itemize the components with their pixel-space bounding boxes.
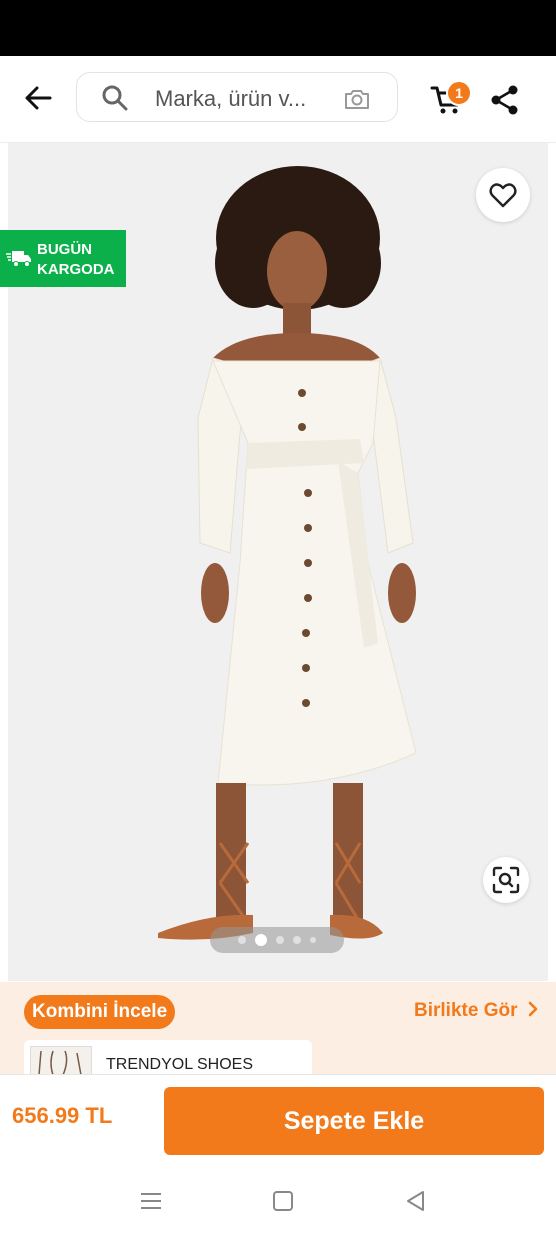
search-icon	[102, 85, 128, 111]
pager-dot[interactable]	[276, 936, 284, 944]
back-button[interactable]	[20, 80, 56, 116]
see-together-link[interactable]: Birlikte Gör	[414, 1000, 539, 1022]
add-to-cart-button[interactable]: Sepete Ekle	[164, 1087, 544, 1155]
system-nav-bar	[0, 1166, 556, 1235]
status-bar	[0, 0, 556, 56]
visual-search-button[interactable]	[483, 857, 529, 903]
pager-dot[interactable]	[293, 936, 301, 944]
back-nav-icon[interactable]	[403, 1188, 429, 1214]
top-bar: Marka, ürün v... 1	[0, 56, 556, 143]
share-icon	[491, 85, 518, 115]
bottom-bar: 656.99 TL Sepete Ekle	[0, 1074, 556, 1167]
pager-dot[interactable]	[238, 936, 246, 944]
combine-button[interactable]: Kombini İncele	[24, 995, 176, 1029]
cargo-line1: BUGÜN	[37, 241, 92, 258]
home-icon[interactable]	[270, 1188, 296, 1214]
camera-search-icon[interactable]	[343, 85, 371, 113]
see-together-label: Birlikte Gör	[414, 1000, 518, 1021]
product-price: 656.99 TL	[12, 1103, 113, 1128]
combine-section: Kombini İncele Birlikte Gör TRENDYOL SHO…	[0, 982, 556, 1080]
heart-icon	[489, 183, 517, 208]
combo-item-brand: TRENDYOL SHOES	[106, 1056, 253, 1073]
search-input[interactable]: Marka, ürün v...	[76, 72, 398, 122]
cart-count-badge: 1	[446, 80, 472, 106]
shipping-today-badge: BUGÜN KARGODA	[0, 230, 126, 287]
chevron-right-icon	[528, 1001, 538, 1017]
share-button[interactable]	[490, 84, 520, 116]
pager-dot-active[interactable]	[255, 934, 267, 946]
visual-search-icon	[492, 866, 520, 894]
pager-dot[interactable]	[310, 937, 316, 943]
cargo-text: BUGÜN KARGODA	[37, 240, 115, 280]
image-pager[interactable]	[210, 927, 344, 953]
truck-icon	[6, 251, 31, 267]
cargo-line2: KARGODA	[37, 261, 115, 278]
favorite-button[interactable]	[476, 168, 530, 222]
arrow-left-icon	[25, 86, 52, 110]
search-placeholder: Marka, ürün v...	[155, 86, 307, 111]
recent-apps-icon[interactable]	[138, 1188, 164, 1214]
